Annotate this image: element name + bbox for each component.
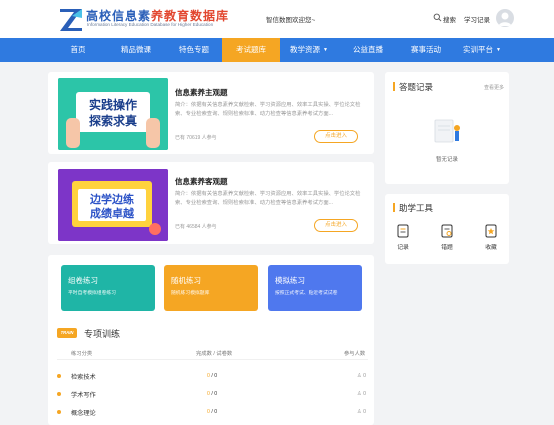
nav-teaching-resources-label: 教学资源	[290, 45, 321, 54]
course-card: 实践操作 探索求真 信息素养主观题 简介：依据有关信息素养文献检索、学习资源应用…	[48, 72, 374, 154]
nav-exam-bank[interactable]: 考试题库	[222, 38, 280, 62]
banner-text-line2: 探索求真	[89, 113, 137, 128]
train-badge: TRAIN	[57, 328, 77, 338]
course-banner[interactable]: 实践操作 探索求真	[58, 78, 168, 150]
done-count: 0	[207, 391, 210, 397]
user-icon	[498, 12, 512, 26]
total-count: 0	[214, 409, 218, 415]
nav-training-platform[interactable]: 实训平台 ▼	[455, 38, 509, 62]
people-count: 0	[363, 409, 366, 415]
enter-button[interactable]: 点击进入	[314, 219, 358, 232]
training-people: ♙ 0	[357, 409, 366, 415]
nav-micro-courses[interactable]: 精品微课	[112, 38, 160, 62]
logo-icon[interactable]	[58, 6, 84, 32]
section-title: 专项训练	[84, 329, 121, 339]
nav-home[interactable]: 首页	[58, 38, 98, 62]
panel-accent-bar	[393, 82, 395, 91]
training-progress: 0 / 0	[207, 409, 218, 415]
practice-title: 组卷练习	[68, 276, 98, 285]
nav-events[interactable]: 赛事活动	[402, 38, 450, 62]
nav-micro-courses-label: 精品微课	[121, 45, 151, 54]
participant-count: 已有 70619 人参与	[175, 135, 217, 141]
panel-title: 助学工具	[399, 203, 434, 213]
course-title[interactable]: 信息素养客观题	[175, 176, 228, 187]
study-record-link[interactable]: 学习记录	[464, 14, 490, 24]
search-link[interactable]: 搜索	[443, 14, 456, 24]
people-count: 0	[363, 373, 366, 379]
study-tools-panel: 助学工具 记录 错题 收藏	[385, 194, 509, 264]
people-count: 0	[363, 391, 366, 397]
practice-card-compose[interactable]: 组卷练习 平时自考模拟组卷练习	[61, 265, 155, 311]
enter-button[interactable]: 点击进入	[314, 130, 358, 143]
training-progress: 0 / 0	[207, 391, 218, 397]
column-header-category: 练习分类	[71, 351, 93, 357]
logo-subtitle: Information Literacy Education Database …	[87, 22, 214, 27]
answer-record-panel: 答题记录 查看更多 暂无记录	[385, 72, 509, 184]
practice-subtitle: 平时自考模拟组卷练习	[68, 291, 116, 296]
panel-accent-bar	[393, 203, 395, 212]
nav-events-label: 赛事活动	[411, 45, 441, 54]
welcome-text: 智信数图欢迎您~	[266, 17, 316, 24]
nav-teaching-resources[interactable]: 教学资源 ▼	[283, 38, 335, 62]
chevron-down-icon: ▼	[323, 47, 328, 54]
column-header-people: 参与人数	[344, 351, 366, 357]
panel-title: 答题记录	[399, 82, 434, 92]
practice-subtitle: 随机练习模拟题库	[171, 291, 210, 296]
nav-home-label: 首页	[70, 45, 86, 54]
divider	[57, 359, 368, 360]
course-banner[interactable]: 边学边练 成绩卓越	[58, 169, 168, 241]
practice-card-mock[interactable]: 模拟练习 按照正式考试、贴近考试试卷	[268, 265, 362, 311]
logo-title-part-a: 高校信息素	[86, 9, 152, 23]
course-card: 边学边练 成绩卓越 信息素养客观题 简介：依据有关信息素养文献检索、学习资源应用…	[48, 162, 374, 244]
nav-live-label: 公益直播	[353, 45, 383, 54]
notebook-icon[interactable]	[396, 224, 410, 238]
banner-text-line1: 实践操作	[89, 97, 137, 112]
main-nav: 首页 精品微课 特色专题 考试题库 教学资源 ▼ 公益直播 赛事活动 实训平台 ▼	[0, 38, 554, 62]
participant-count: 已有 46584 人参与	[175, 224, 217, 230]
nav-exam-bank-label: 考试题库	[236, 45, 266, 54]
avatar[interactable]	[496, 9, 514, 27]
done-count: 0	[207, 373, 210, 379]
tool-wrong-label[interactable]: 错题	[432, 242, 462, 251]
training-category[interactable]: 概念理论	[71, 408, 96, 417]
practice-card-random[interactable]: 随机练习 随机练习模拟题库	[164, 265, 258, 311]
total-count: 0	[214, 391, 218, 397]
total-count: 0	[214, 373, 218, 379]
banner-text-line2: 成绩卓越	[90, 206, 135, 220]
empty-state-text: 暂无记录	[436, 157, 459, 163]
training-progress: 0 / 0	[207, 373, 218, 379]
practice-title: 随机练习	[171, 276, 201, 285]
nav-live[interactable]: 公益直播	[344, 38, 392, 62]
nav-topics-label: 特色专题	[179, 45, 209, 54]
bullet-icon	[57, 374, 61, 378]
training-category[interactable]: 学术写作	[71, 390, 96, 399]
calendar-illustration: 边学边练 成绩卓越	[58, 169, 168, 241]
nav-training-platform-label: 实训平台	[463, 45, 494, 54]
training-people: ♙ 0	[357, 391, 366, 397]
course-title[interactable]: 信息素养主观题	[175, 87, 228, 98]
practice-title: 模拟练习	[275, 276, 305, 285]
tool-record-label[interactable]: 记录	[388, 242, 418, 251]
banner-text-line1: 边学边练	[89, 192, 134, 206]
training-people: ♙ 0	[357, 373, 366, 379]
done-count: 0	[207, 409, 210, 415]
column-header-progress: 完成数 / 试卷数	[196, 351, 233, 357]
hands-sign-illustration: 实践操作 探索求真	[58, 78, 168, 150]
bullet-icon	[57, 392, 61, 396]
view-more-link[interactable]: 查看更多	[484, 84, 504, 91]
training-category[interactable]: 检索技术	[71, 372, 96, 381]
chevron-down-icon: ▼	[496, 47, 501, 54]
course-description: 简介：依据有关信息素养文献检索、学习资源应用、效率工具实操、学位论文检索、专业检…	[175, 191, 361, 206]
course-description: 简介：依据有关信息素养文献检索、学习资源应用、效率工具实操、学位论文检索、专业检…	[175, 102, 361, 117]
nav-topics[interactable]: 特色专题	[170, 38, 218, 62]
bullet-icon	[57, 410, 61, 414]
site-header: 高校信息素养教育数据库 Information Literacy Educati…	[0, 0, 554, 38]
tool-favorite-label[interactable]: 收藏	[476, 242, 506, 251]
practice-subtitle: 按照正式考试、贴近考试试卷	[275, 291, 338, 296]
empty-state-icon	[434, 119, 460, 143]
search-icon[interactable]	[433, 13, 442, 22]
wrong-book-icon[interactable]	[440, 224, 454, 238]
favorite-icon[interactable]	[484, 224, 498, 238]
logo-title-part-b: 养教育数据库	[151, 9, 230, 23]
